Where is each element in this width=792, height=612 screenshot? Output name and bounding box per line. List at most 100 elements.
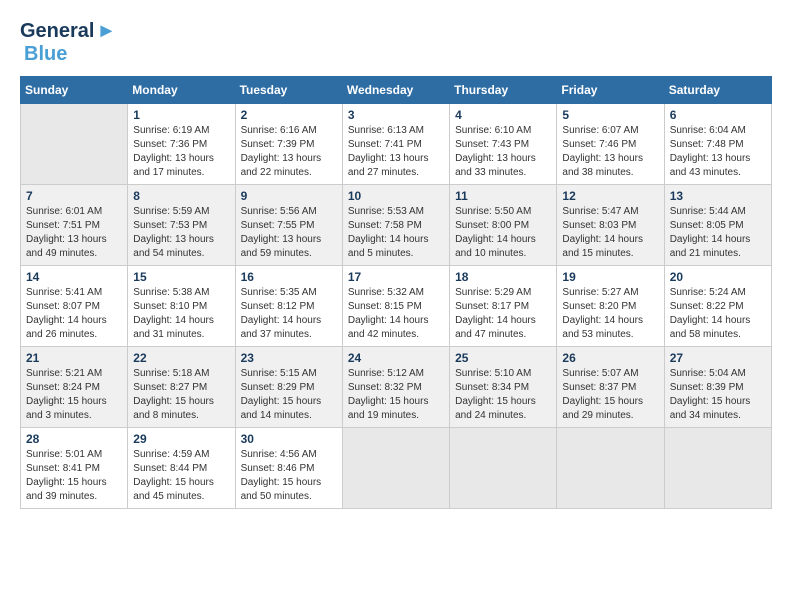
calendar-cell: 28 Sunrise: 5:01 AMSunset: 8:41 PMDaylig… [21, 428, 128, 509]
calendar-cell: 4 Sunrise: 6:10 AMSunset: 7:43 PMDayligh… [450, 104, 557, 185]
calendar-cell: 13 Sunrise: 5:44 AMSunset: 8:05 PMDaylig… [664, 185, 771, 266]
day-info: Sunrise: 5:56 AMSunset: 7:55 PMDaylight:… [241, 205, 337, 261]
header-friday: Friday [557, 77, 664, 104]
day-number: 15 [133, 270, 229, 284]
calendar-cell: 12 Sunrise: 5:47 AMSunset: 8:03 PMDaylig… [557, 185, 664, 266]
calendar-cell: 22 Sunrise: 5:18 AMSunset: 8:27 PMDaylig… [128, 347, 235, 428]
calendar-cell: 2 Sunrise: 6:16 AMSunset: 7:39 PMDayligh… [235, 104, 342, 185]
day-info: Sunrise: 5:24 AMSunset: 8:22 PMDaylight:… [670, 286, 766, 342]
calendar-cell: 8 Sunrise: 5:59 AMSunset: 7:53 PMDayligh… [128, 185, 235, 266]
day-number: 26 [562, 351, 658, 365]
header-tuesday: Tuesday [235, 77, 342, 104]
day-number: 18 [455, 270, 551, 284]
day-number: 2 [241, 108, 337, 122]
day-info: Sunrise: 5:10 AMSunset: 8:34 PMDaylight:… [455, 367, 551, 423]
day-number: 25 [455, 351, 551, 365]
day-info: Sunrise: 6:07 AMSunset: 7:46 PMDaylight:… [562, 124, 658, 180]
logo-text-general: General [20, 20, 94, 43]
day-number: 24 [348, 351, 444, 365]
day-info: Sunrise: 5:41 AMSunset: 8:07 PMDaylight:… [26, 286, 122, 342]
day-info: Sunrise: 5:44 AMSunset: 8:05 PMDaylight:… [670, 205, 766, 261]
calendar-cell: 1 Sunrise: 6:19 AMSunset: 7:36 PMDayligh… [128, 104, 235, 185]
calendar-cell: 5 Sunrise: 6:07 AMSunset: 7:46 PMDayligh… [557, 104, 664, 185]
day-number: 14 [26, 270, 122, 284]
day-number: 10 [348, 189, 444, 203]
calendar-cell: 29 Sunrise: 4:59 AMSunset: 8:44 PMDaylig… [128, 428, 235, 509]
day-info: Sunrise: 5:35 AMSunset: 8:12 PMDaylight:… [241, 286, 337, 342]
calendar-cell: 6 Sunrise: 6:04 AMSunset: 7:48 PMDayligh… [664, 104, 771, 185]
day-number: 23 [241, 351, 337, 365]
calendar-cell [450, 428, 557, 509]
day-info: Sunrise: 6:19 AMSunset: 7:36 PMDaylight:… [133, 124, 229, 180]
day-info: Sunrise: 5:01 AMSunset: 8:41 PMDaylight:… [26, 448, 122, 504]
calendar-cell: 16 Sunrise: 5:35 AMSunset: 8:12 PMDaylig… [235, 266, 342, 347]
day-number: 4 [455, 108, 551, 122]
calendar-week-4: 21 Sunrise: 5:21 AMSunset: 8:24 PMDaylig… [21, 347, 772, 428]
day-info: Sunrise: 6:13 AMSunset: 7:41 PMDaylight:… [348, 124, 444, 180]
calendar-cell: 21 Sunrise: 5:21 AMSunset: 8:24 PMDaylig… [21, 347, 128, 428]
day-info: Sunrise: 5:12 AMSunset: 8:32 PMDaylight:… [348, 367, 444, 423]
day-info: Sunrise: 5:50 AMSunset: 8:00 PMDaylight:… [455, 205, 551, 261]
calendar-header-row: SundayMondayTuesdayWednesdayThursdayFrid… [21, 77, 772, 104]
calendar-cell [557, 428, 664, 509]
day-info: Sunrise: 5:15 AMSunset: 8:29 PMDaylight:… [241, 367, 337, 423]
day-number: 28 [26, 432, 122, 446]
day-number: 7 [26, 189, 122, 203]
calendar-cell: 26 Sunrise: 5:07 AMSunset: 8:37 PMDaylig… [557, 347, 664, 428]
calendar-cell: 30 Sunrise: 4:56 AMSunset: 8:46 PMDaylig… [235, 428, 342, 509]
day-info: Sunrise: 5:21 AMSunset: 8:24 PMDaylight:… [26, 367, 122, 423]
calendar-cell: 3 Sunrise: 6:13 AMSunset: 7:41 PMDayligh… [342, 104, 449, 185]
day-info: Sunrise: 6:01 AMSunset: 7:51 PMDaylight:… [26, 205, 122, 261]
header-wednesday: Wednesday [342, 77, 449, 104]
day-number: 5 [562, 108, 658, 122]
calendar-cell: 15 Sunrise: 5:38 AMSunset: 8:10 PMDaylig… [128, 266, 235, 347]
calendar-cell: 10 Sunrise: 5:53 AMSunset: 7:58 PMDaylig… [342, 185, 449, 266]
calendar-cell: 7 Sunrise: 6:01 AMSunset: 7:51 PMDayligh… [21, 185, 128, 266]
calendar-cell: 23 Sunrise: 5:15 AMSunset: 8:29 PMDaylig… [235, 347, 342, 428]
calendar-week-3: 14 Sunrise: 5:41 AMSunset: 8:07 PMDaylig… [21, 266, 772, 347]
day-info: Sunrise: 5:07 AMSunset: 8:37 PMDaylight:… [562, 367, 658, 423]
calendar-cell: 24 Sunrise: 5:12 AMSunset: 8:32 PMDaylig… [342, 347, 449, 428]
calendar-cell: 20 Sunrise: 5:24 AMSunset: 8:22 PMDaylig… [664, 266, 771, 347]
day-number: 29 [133, 432, 229, 446]
day-info: Sunrise: 5:04 AMSunset: 8:39 PMDaylight:… [670, 367, 766, 423]
logo-bird-icon: ► [96, 20, 116, 43]
day-info: Sunrise: 5:18 AMSunset: 8:27 PMDaylight:… [133, 367, 229, 423]
day-number: 8 [133, 189, 229, 203]
day-info: Sunrise: 5:32 AMSunset: 8:15 PMDaylight:… [348, 286, 444, 342]
calendar-cell: 27 Sunrise: 5:04 AMSunset: 8:39 PMDaylig… [664, 347, 771, 428]
header-sunday: Sunday [21, 77, 128, 104]
day-number: 13 [670, 189, 766, 203]
calendar-cell: 11 Sunrise: 5:50 AMSunset: 8:00 PMDaylig… [450, 185, 557, 266]
calendar-week-2: 7 Sunrise: 6:01 AMSunset: 7:51 PMDayligh… [21, 185, 772, 266]
day-info: Sunrise: 6:10 AMSunset: 7:43 PMDaylight:… [455, 124, 551, 180]
calendar-cell [342, 428, 449, 509]
day-number: 21 [26, 351, 122, 365]
day-info: Sunrise: 5:59 AMSunset: 7:53 PMDaylight:… [133, 205, 229, 261]
day-info: Sunrise: 4:56 AMSunset: 8:46 PMDaylight:… [241, 448, 337, 504]
day-info: Sunrise: 6:04 AMSunset: 7:48 PMDaylight:… [670, 124, 766, 180]
logo-text-blue: Blue [24, 43, 67, 66]
day-number: 6 [670, 108, 766, 122]
calendar-cell: 14 Sunrise: 5:41 AMSunset: 8:07 PMDaylig… [21, 266, 128, 347]
header-saturday: Saturday [664, 77, 771, 104]
calendar-week-1: 1 Sunrise: 6:19 AMSunset: 7:36 PMDayligh… [21, 104, 772, 185]
day-info: Sunrise: 5:38 AMSunset: 8:10 PMDaylight:… [133, 286, 229, 342]
day-number: 12 [562, 189, 658, 203]
day-info: Sunrise: 5:53 AMSunset: 7:58 PMDaylight:… [348, 205, 444, 261]
page-header: General ► Blue [20, 20, 772, 66]
calendar-cell: 9 Sunrise: 5:56 AMSunset: 7:55 PMDayligh… [235, 185, 342, 266]
day-number: 30 [241, 432, 337, 446]
day-number: 19 [562, 270, 658, 284]
day-info: Sunrise: 4:59 AMSunset: 8:44 PMDaylight:… [133, 448, 229, 504]
day-info: Sunrise: 5:27 AMSunset: 8:20 PMDaylight:… [562, 286, 658, 342]
calendar-week-5: 28 Sunrise: 5:01 AMSunset: 8:41 PMDaylig… [21, 428, 772, 509]
calendar-cell: 19 Sunrise: 5:27 AMSunset: 8:20 PMDaylig… [557, 266, 664, 347]
calendar-table: SundayMondayTuesdayWednesdayThursdayFrid… [20, 76, 772, 509]
day-number: 17 [348, 270, 444, 284]
header-monday: Monday [128, 77, 235, 104]
calendar-cell: 25 Sunrise: 5:10 AMSunset: 8:34 PMDaylig… [450, 347, 557, 428]
calendar-cell: 18 Sunrise: 5:29 AMSunset: 8:17 PMDaylig… [450, 266, 557, 347]
day-info: Sunrise: 5:47 AMSunset: 8:03 PMDaylight:… [562, 205, 658, 261]
day-info: Sunrise: 6:16 AMSunset: 7:39 PMDaylight:… [241, 124, 337, 180]
